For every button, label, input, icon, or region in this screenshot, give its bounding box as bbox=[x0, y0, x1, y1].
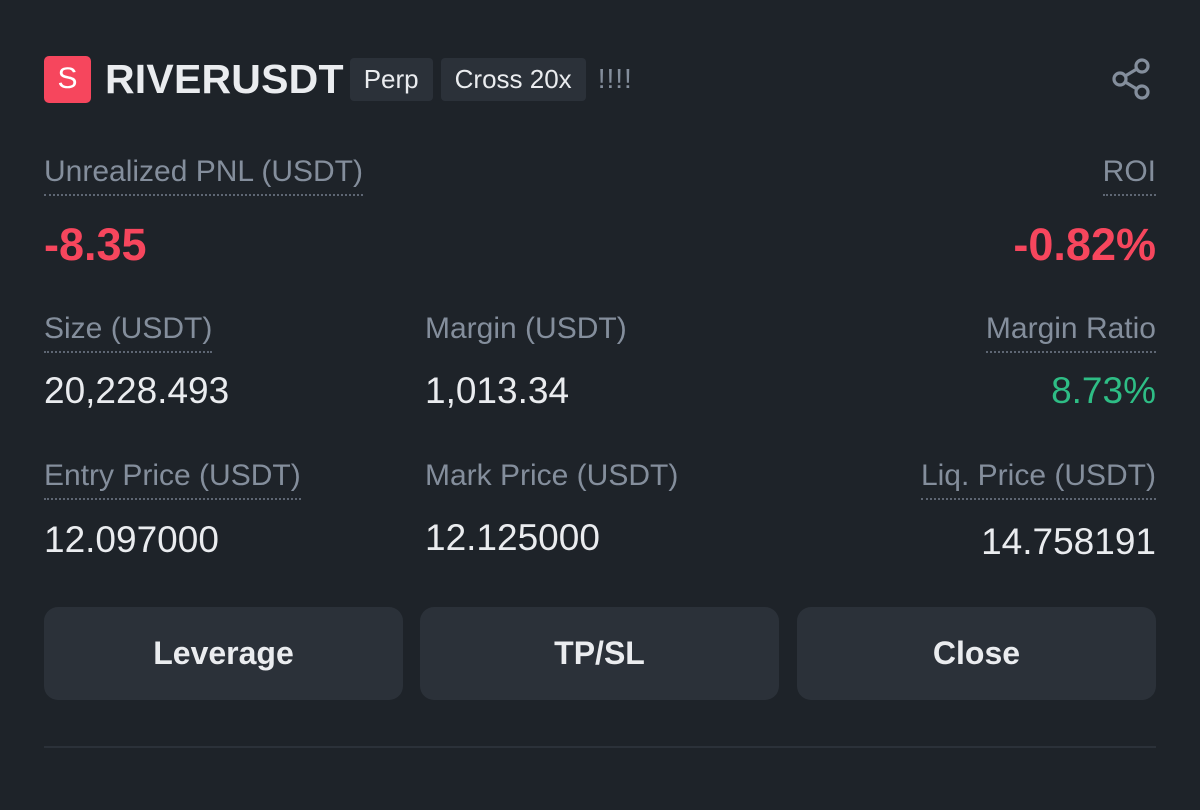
margin-label: Margin (USDT) bbox=[425, 312, 627, 345]
margin-value: 1,013.34 bbox=[425, 370, 570, 411]
entry-price-value: 12.097000 bbox=[44, 519, 219, 560]
roi-value: -0.82% bbox=[1013, 219, 1156, 270]
position-header: S RIVERUSDT Perp Cross 20x !!!! bbox=[44, 55, 633, 103]
unrealized-pnl-label[interactable]: Unrealized PNL (USDT) bbox=[44, 155, 363, 196]
margin-mode-tag[interactable]: Cross 20x bbox=[440, 57, 586, 101]
leverage-button[interactable]: Leverage bbox=[44, 607, 403, 700]
margin-ratio-label[interactable]: Margin Ratio bbox=[985, 312, 1156, 353]
unrealized-pnl-value: -8.35 bbox=[44, 219, 147, 270]
size-label[interactable]: Size (USDT) bbox=[44, 312, 213, 353]
entry-price-label[interactable]: Entry Price (USDT) bbox=[44, 459, 301, 500]
margin-ratio-value: 8.73% bbox=[1051, 370, 1156, 411]
side-badge: S bbox=[44, 55, 91, 103]
risk-indicator: !!!! bbox=[597, 63, 633, 94]
roi-label[interactable]: ROI bbox=[1102, 155, 1156, 196]
mark-price-value: 12.125000 bbox=[425, 517, 600, 558]
size-value: 20,228.493 bbox=[44, 370, 230, 411]
liq-price-label[interactable]: Liq. Price (USDT) bbox=[920, 459, 1156, 500]
share-icon bbox=[1112, 58, 1150, 100]
mark-price-label: Mark Price (USDT) bbox=[425, 459, 679, 492]
tpsl-button[interactable]: TP/SL bbox=[420, 607, 779, 700]
liq-price-value: 14.758191 bbox=[981, 521, 1156, 562]
divider bbox=[44, 746, 1156, 748]
symbol-title[interactable]: RIVERUSDT bbox=[105, 56, 344, 103]
share-button[interactable] bbox=[1110, 56, 1156, 102]
position-card: S RIVERUSDT Perp Cross 20x !!!! Unrealiz… bbox=[0, 0, 1200, 810]
contract-type-tag: Perp bbox=[349, 57, 433, 101]
close-position-button[interactable]: Close bbox=[797, 607, 1156, 700]
